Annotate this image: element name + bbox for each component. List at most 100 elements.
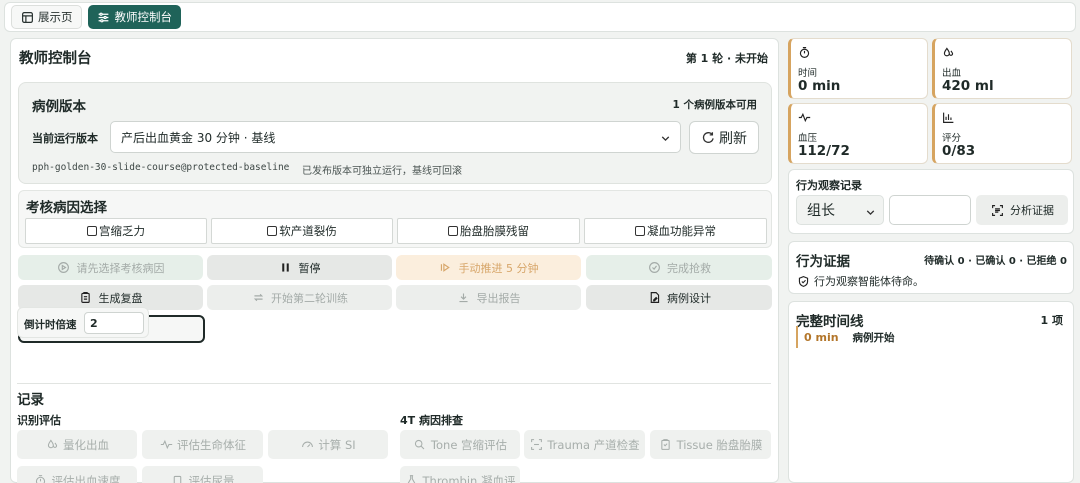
cause-check-title: 4T 病因排查 xyxy=(400,414,463,427)
quantify-bleeding-button[interactable]: 量化出血 xyxy=(17,430,137,459)
tissue-check-button[interactable]: Tissue 胎盘胎膜 xyxy=(650,430,771,459)
second-round-button[interactable]: 开始第二轮训练 xyxy=(207,285,392,310)
analyze-evidence-label: 分析证据 xyxy=(1010,204,1054,217)
file-edit-icon xyxy=(647,291,661,305)
search-icon xyxy=(413,438,427,452)
timer-icon xyxy=(797,45,811,59)
case-version-note: 已发布版本可独立运行，基线可回滚 xyxy=(302,166,462,177)
assess-vitals-label: 评估生命体征 xyxy=(177,437,246,452)
trauma-check-label: Trauma 产道检查 xyxy=(547,437,640,452)
trauma-check-button[interactable]: Trauma 产道检查 xyxy=(524,430,645,459)
case-version-select-value: 产后出血黄金 30 分钟 · 基线 xyxy=(121,130,276,145)
stat-value: 0 min xyxy=(798,78,841,94)
run-version-label: 当前运行版本 xyxy=(32,132,98,145)
calculate-si-button[interactable]: 计算 SI xyxy=(268,430,388,459)
pause-button-label: 暂停 xyxy=(298,261,321,275)
identify-title: 识别评估 xyxy=(17,414,61,427)
manual-advance-button[interactable]: 手动推进 5 分钟 xyxy=(396,255,581,280)
assess-urine-label: 评估尿量 xyxy=(188,473,235,483)
case-version-title: 病例版本 xyxy=(32,99,86,115)
checkbox[interactable] xyxy=(87,226,97,236)
role-select-value: 组长 xyxy=(807,203,835,219)
stat-card-blood-pressure: 血压 112/72 xyxy=(788,103,928,164)
case-id: pph-golden-30-slide-course@protected-bas… xyxy=(32,162,290,173)
cause-option-label: 胎盘胎膜残留 xyxy=(460,224,529,238)
refresh-button-label: 刷新 xyxy=(719,130,747,147)
stat-value: 420 ml xyxy=(942,78,994,94)
export-report-button[interactable]: 导出报告 xyxy=(396,285,581,310)
timeline-time: 0 min xyxy=(804,330,839,344)
thrombin-assessment-button[interactable]: Thrombin 凝血评 xyxy=(400,466,520,483)
assess-urine-button[interactable]: 评估尿量 xyxy=(142,466,263,483)
role-select[interactable]: 组长 xyxy=(796,195,884,225)
evidence-status: 行为观察智能体待命。 xyxy=(796,273,924,289)
shield-check-icon xyxy=(796,274,810,288)
cause-option-retained-placenta[interactable]: 胎盘胎膜残留 xyxy=(397,218,580,244)
cause-option-uterine-atony[interactable]: 宫缩乏力 xyxy=(25,218,207,244)
case-version-count: 1 个病例版本可用 xyxy=(672,99,757,111)
generate-review-label: 生成复盘 xyxy=(98,291,143,305)
speed-control: 倒计时倍速 2 xyxy=(17,307,149,338)
manual-advance-label: 手动推进 5 分钟 xyxy=(458,261,539,275)
stat-card-score: 评分 0/83 xyxy=(932,103,1072,164)
teacher-console-tab-label: 教师控制台 xyxy=(114,10,173,24)
cause-option-label: 凝血功能异常 xyxy=(647,224,716,238)
speed-input[interactable]: 2 xyxy=(84,312,144,334)
case-design-label: 病例设计 xyxy=(667,291,711,305)
scan-text-icon xyxy=(990,203,1004,217)
checkbox[interactable] xyxy=(448,226,458,236)
flask-icon xyxy=(405,474,419,483)
analyze-evidence-button[interactable]: 分析证据 xyxy=(976,195,1068,225)
timer-icon xyxy=(34,474,48,483)
pulse-icon xyxy=(797,110,811,124)
beaker-icon xyxy=(171,474,185,483)
timeline-event: 病例开始 xyxy=(852,331,895,344)
start-button-label: 请先选择考核病因 xyxy=(76,261,165,275)
bar-chart-icon xyxy=(941,110,955,124)
quantify-bleeding-label: 量化出血 xyxy=(63,437,109,452)
refresh-icon xyxy=(701,131,715,145)
evidence-status-text: 行为观察智能体待命。 xyxy=(814,275,924,288)
teacher-console-panel: 教师控制台 第 1 轮 · 未开始 病例版本 1 个病例版本可用 当前运行版本 … xyxy=(10,38,779,483)
teacher-console-tab[interactable]: 教师控制台 xyxy=(87,5,181,29)
complete-rescue-label: 完成抢救 xyxy=(667,261,711,275)
stat-label: 评分 xyxy=(942,133,962,144)
observation-title: 行为观察记录 xyxy=(796,179,862,192)
observation-input[interactable] xyxy=(889,195,971,225)
start-button-disabled[interactable]: 请先选择考核病因 xyxy=(18,255,203,280)
case-version-select[interactable]: 产后出血黄金 30 分钟 · 基线 xyxy=(110,121,681,153)
evidence-title: 行为证据 xyxy=(796,254,850,270)
cause-option-label: 宫缩乏力 xyxy=(99,224,145,238)
download-icon xyxy=(457,291,471,305)
second-round-label: 开始第二轮训练 xyxy=(271,291,348,305)
showcase-tab[interactable]: 展示页 xyxy=(11,5,82,29)
sliders-icon xyxy=(97,10,111,24)
checkbox[interactable] xyxy=(267,226,278,236)
refresh-button[interactable]: 刷新 xyxy=(689,121,759,154)
assess-vitals-button[interactable]: 评估生命体征 xyxy=(142,430,263,459)
repeat-icon xyxy=(251,291,265,305)
assess-bleeding-rate-button[interactable]: 评估出血速度 xyxy=(17,466,137,483)
timeline-panel: 完整时间线 1 项 0 min 病例开始 xyxy=(788,301,1074,483)
speed-value: 2 xyxy=(90,316,98,330)
stat-label: 血压 xyxy=(798,133,818,144)
tissue-check-label: Tissue 胎盘胎膜 xyxy=(676,437,763,452)
droplets-icon xyxy=(45,438,59,452)
scan-icon xyxy=(529,438,543,452)
stat-value: 0/83 xyxy=(942,143,976,159)
cause-option-birth-canal-laceration[interactable]: 软产道裂伤 xyxy=(211,218,393,244)
tone-assessment-button[interactable]: Tone 宫缩评估 xyxy=(400,430,520,459)
stat-card-bleeding: 出血 420 ml xyxy=(932,38,1072,99)
chevron-down-icon xyxy=(863,205,877,219)
record-title: 记录 xyxy=(17,392,44,408)
showcase-tab-label: 展示页 xyxy=(38,10,73,24)
cause-option-coagulopathy[interactable]: 凝血功能异常 xyxy=(584,218,767,244)
case-design-button[interactable]: 病例设计 xyxy=(586,285,772,310)
pause-button[interactable]: 暂停 xyxy=(207,255,392,280)
checkbox[interactable] xyxy=(635,226,645,236)
evidence-counts: 待确认 0 · 已确认 0 · 已拒绝 0 xyxy=(924,256,1067,267)
complete-rescue-button[interactable]: 完成抢救 xyxy=(586,255,772,280)
clipboard-icon xyxy=(79,291,93,305)
play-circle-icon xyxy=(57,261,71,275)
cause-option-label: 软产道裂伤 xyxy=(279,224,337,238)
